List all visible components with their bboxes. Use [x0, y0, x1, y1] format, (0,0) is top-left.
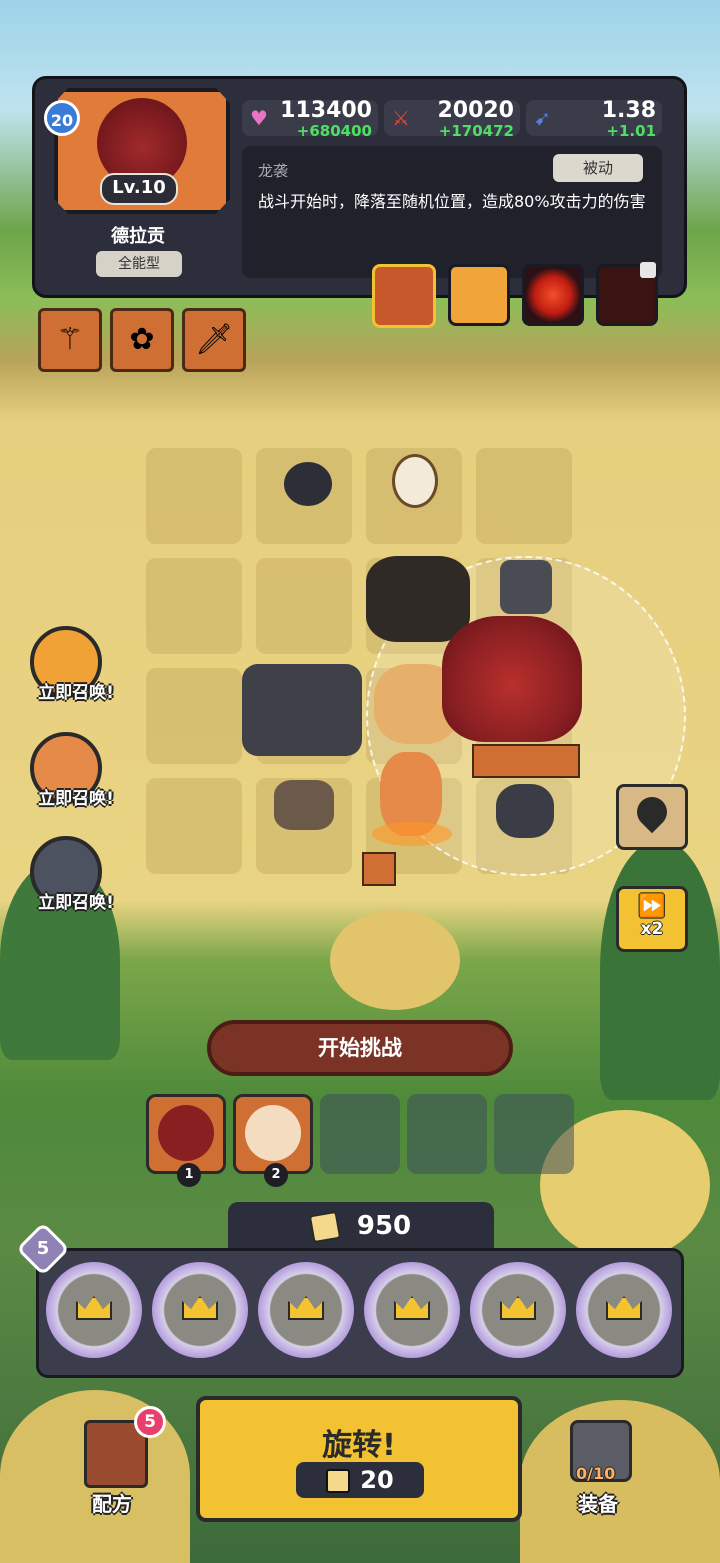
turret-unit[interactable]	[500, 560, 552, 614]
stat-speed: ➹ 1.38 +1.01	[526, 98, 662, 140]
crown-icon	[394, 1296, 430, 1320]
feather-item-icon[interactable]	[362, 852, 396, 886]
team-slot[interactable]: 1	[146, 1094, 226, 1187]
summon-label: 立即召唤!	[38, 789, 114, 809]
summon-label: 立即召唤!	[38, 683, 114, 703]
grid-cell[interactable]	[146, 778, 242, 874]
team-slot-empty[interactable]	[494, 1094, 574, 1174]
stat-value: 20020	[437, 98, 514, 123]
crown-icon	[500, 1296, 536, 1320]
team-slot-empty[interactable]	[407, 1094, 487, 1174]
robot-unit[interactable]	[496, 784, 554, 838]
beast-unit[interactable]	[284, 462, 332, 506]
skill-dragon-strike-icon[interactable]	[372, 264, 436, 328]
cat-icon	[245, 1105, 301, 1161]
equipment-label: 装备	[578, 1492, 618, 1516]
stat-value: 1.38	[601, 98, 656, 123]
stat-hp: ♥ 113400 +680400	[242, 98, 378, 140]
sword-icon: ⚔	[392, 106, 410, 130]
hero-level: Lv.10	[100, 173, 178, 205]
stat-value: 113400	[280, 98, 372, 123]
archer-unit[interactable]	[392, 454, 438, 508]
slot-number: 2	[264, 1163, 288, 1187]
stat-bonus: +170472	[438, 122, 514, 140]
crown-icon	[606, 1296, 642, 1320]
recipe-button[interactable]: 5 配方	[76, 1406, 166, 1522]
slot-number: 1	[177, 1163, 201, 1187]
grid-cell[interactable]	[146, 448, 242, 544]
crown-icon	[182, 1296, 218, 1320]
speed-toggle-button[interactable]: ⏩ x2	[616, 886, 688, 952]
heart-icon: ♥	[250, 106, 268, 130]
fast-forward-icon: ⏩	[638, 894, 666, 919]
reel-slot[interactable]	[258, 1262, 354, 1358]
equipment-count: 0/10	[576, 1464, 616, 1483]
flame-sword-icon[interactable]: 🗡	[182, 308, 246, 372]
grid-cell[interactable]	[476, 448, 572, 544]
start-challenge-button[interactable]: 开始挑战	[207, 1020, 513, 1076]
stat-bonus: +1.01	[606, 122, 656, 140]
skull-pin-icon	[630, 790, 674, 834]
gold-amount: 950	[356, 1211, 412, 1241]
reel-slot[interactable]	[364, 1262, 460, 1358]
enemy-location-button[interactable]	[616, 784, 688, 850]
crown-icon	[76, 1296, 112, 1320]
skill-description: 战斗开始时，降落至随机位置，造成80%攻击力的伤害	[258, 192, 646, 211]
bush	[330, 910, 460, 1010]
gunner-unit[interactable]	[274, 780, 334, 830]
reel-slot[interactable]	[46, 1262, 142, 1358]
flower-gem-icon[interactable]: ✿	[110, 308, 174, 372]
recipe-label: 配方	[92, 1492, 132, 1516]
tank-group-unit[interactable]	[242, 664, 362, 756]
spin-cost-value: 20	[360, 1466, 394, 1494]
grid-cell[interactable]	[256, 558, 352, 654]
crown-icon	[288, 1296, 324, 1320]
skill-explosion-icon[interactable]	[522, 264, 584, 326]
unit-shadow	[372, 822, 452, 846]
skill-fire-icon[interactable]	[448, 264, 510, 326]
reel-level: 5	[36, 1238, 50, 1259]
speed-label: x2	[640, 919, 664, 939]
recipe-badge: 5	[134, 1406, 166, 1438]
summon-knight-button[interactable]: 立即召唤!	[26, 626, 126, 726]
hero-name: 德拉贡	[111, 226, 165, 247]
grid-cell[interactable]	[146, 558, 242, 654]
skill-name: 龙袭	[258, 162, 289, 180]
team-slot[interactable]: 2	[233, 1094, 313, 1187]
dragon-equip-row	[472, 744, 580, 778]
gold-icon	[308, 1210, 342, 1243]
gold-display: 950	[228, 1202, 494, 1250]
team-slot-empty[interactable]	[320, 1094, 400, 1174]
dragon-unit[interactable]	[442, 616, 582, 742]
reel-slot[interactable]	[152, 1262, 248, 1358]
equipment-button[interactable]: 0/10 装备	[560, 1414, 650, 1524]
speed-icon: ➹	[534, 106, 551, 130]
summon-ninja-button[interactable]: 立即召唤!	[26, 836, 126, 936]
hero-star-badge: 20	[44, 100, 80, 136]
skill-tag: 被动	[553, 154, 643, 182]
spin-cost: 20	[296, 1462, 424, 1498]
scythe-icon[interactable]: ⚚	[38, 308, 102, 372]
summon-label: 立即召唤!	[38, 893, 114, 913]
summon-cat-button[interactable]: 立即召唤!	[26, 732, 126, 832]
spin-label: 旋转!	[322, 1428, 396, 1463]
tree	[600, 840, 720, 1100]
stat-bonus: +680400	[296, 122, 372, 140]
reel-slot[interactable]	[470, 1262, 566, 1358]
lock-icon	[640, 262, 656, 278]
dragon-icon	[158, 1105, 214, 1161]
gold-icon	[326, 1469, 351, 1493]
ranger-group-unit[interactable]	[366, 556, 470, 642]
stat-attack: ⚔ 20020 +170472	[384, 98, 520, 140]
reel-slot[interactable]	[576, 1262, 672, 1358]
grid-cell[interactable]	[146, 668, 242, 764]
hero-type-badge: 全能型	[96, 251, 182, 277]
